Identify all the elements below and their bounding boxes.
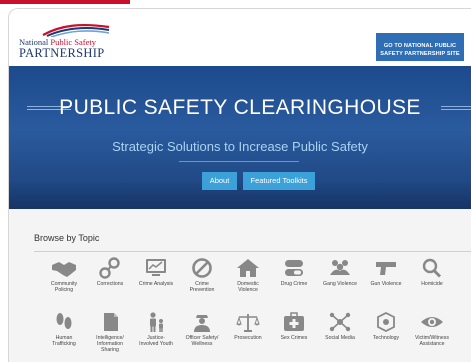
no-sign-icon: [192, 258, 212, 278]
tile-label: Prosecution: [234, 335, 262, 341]
tile-label: Homicide: [421, 281, 443, 287]
topic-domestic-violence[interactable]: Domestic Violence: [228, 257, 268, 293]
topic-crime-prevention[interactable]: Crime Prevention: [182, 257, 222, 293]
tile-label: Technology: [372, 335, 400, 341]
tile-label: Victim/Witness Assistance: [415, 335, 449, 347]
topic-sex-crimes[interactable]: Sex Crimes: [274, 311, 314, 341]
medical-kit-icon: [284, 312, 304, 331]
topic-intelligence-information-sharing[interactable]: Intelligence/Information Sharing: [90, 311, 130, 353]
browse-by-topic-heading: Browse by Topic: [34, 233, 100, 243]
topic-officer-safety-wellness[interactable]: Officer Safety/Wellness: [182, 311, 222, 347]
topic-crime-analysis[interactable]: Crime Analysis: [136, 257, 176, 287]
handcuffs-icon: [99, 257, 120, 279]
site-button-line1: GO TO NATIONAL PUBLIC: [383, 43, 457, 49]
hero-divider: [179, 161, 299, 162]
top-bar: National Public Safety PARTNERSHIP GO TO…: [9, 9, 471, 66]
tile-label: Gang Violence: [323, 281, 357, 287]
tile-label: Human Trafficking: [52, 335, 76, 347]
logo-line2: PARTNERSHIP: [19, 46, 105, 60]
page-title: PUBLIC SAFETY CLEARINGHOUSE: [59, 96, 421, 119]
group-icon: [330, 260, 350, 275]
topic-community-policing[interactable]: Community Policing: [44, 257, 84, 293]
document-icon: [104, 313, 118, 331]
topic-victim-witness-assistance[interactable]: Victim/Witness Assistance: [412, 311, 452, 347]
nsp-logo[interactable]: National Public Safety PARTNERSHIP: [19, 23, 119, 63]
topic-social-media[interactable]: Social Media: [320, 311, 360, 341]
topic-drug-crime[interactable]: Drug Crime: [274, 257, 314, 287]
topic-homicide[interactable]: Homicide: [412, 257, 452, 287]
hero-subtitle: Strategic Solutions to Increase Public S…: [112, 139, 368, 154]
topic-gun-violence[interactable]: Gun Violence: [366, 257, 406, 287]
magnifier-icon: [422, 258, 442, 278]
red-accent-bar: [0, 0, 130, 4]
about-button[interactable]: About: [202, 172, 237, 190]
gun-icon: [376, 262, 396, 275]
tile-label: Sex Crimes: [280, 335, 308, 341]
tile-label: Drug Crime: [280, 281, 308, 287]
pills-icon: [285, 260, 303, 276]
technology-icon: [377, 311, 395, 333]
tile-label: Intelligence/Information Sharing: [96, 335, 124, 353]
tile-label: Community Policing: [50, 281, 78, 293]
topic-prosecution[interactable]: Prosecution: [228, 311, 268, 341]
monitor-chart-icon: [146, 259, 166, 276]
topic-technology[interactable]: Technology: [366, 311, 406, 341]
browse-divider: [34, 251, 471, 252]
tile-label: Social Media: [325, 335, 355, 341]
page-frame: National Public Safety PARTNERSHIP GO TO…: [8, 8, 471, 362]
hero-banner: PUBLIC SAFETY CLEARINGHOUSE Strategic So…: [9, 66, 471, 209]
scales-icon: [236, 314, 260, 332]
adult-child-icon: [150, 312, 163, 332]
featured-toolkits-button[interactable]: Featured Toolkits: [243, 172, 315, 190]
topic-gang-violence[interactable]: Gang Violence: [320, 257, 360, 287]
topic-justice-involved-youth[interactable]: Justice- Involved Youth: [136, 311, 176, 347]
site-button-line2: SAFETY PARTNERSHIP SITE: [380, 51, 460, 57]
network-icon: [329, 312, 351, 332]
tile-label: Domestic Violence: [237, 281, 259, 293]
handshake-icon: [52, 262, 76, 277]
tile-label: Corrections: [96, 281, 124, 287]
tile-label: Crime Prevention: [189, 281, 215, 293]
flag-swoosh-icon: [42, 23, 110, 37]
topic-human-trafficking[interactable]: Human Trafficking: [44, 311, 84, 347]
go-to-nsp-site-button[interactable]: GO TO NATIONAL PUBLIC SAFETY PARTNERSHIP…: [376, 33, 464, 61]
eye-icon: [421, 317, 443, 327]
tile-label: Gun Violence: [370, 281, 402, 287]
tile-label: Crime Analysis: [138, 281, 174, 287]
tile-label: Justice- Involved Youth: [139, 335, 173, 347]
officer-icon: [194, 315, 210, 332]
house-icon: [237, 259, 259, 277]
tile-label: Officer Safety/Wellness: [185, 335, 219, 347]
topic-corrections[interactable]: Corrections: [90, 257, 130, 287]
footprints-icon: [56, 313, 72, 329]
